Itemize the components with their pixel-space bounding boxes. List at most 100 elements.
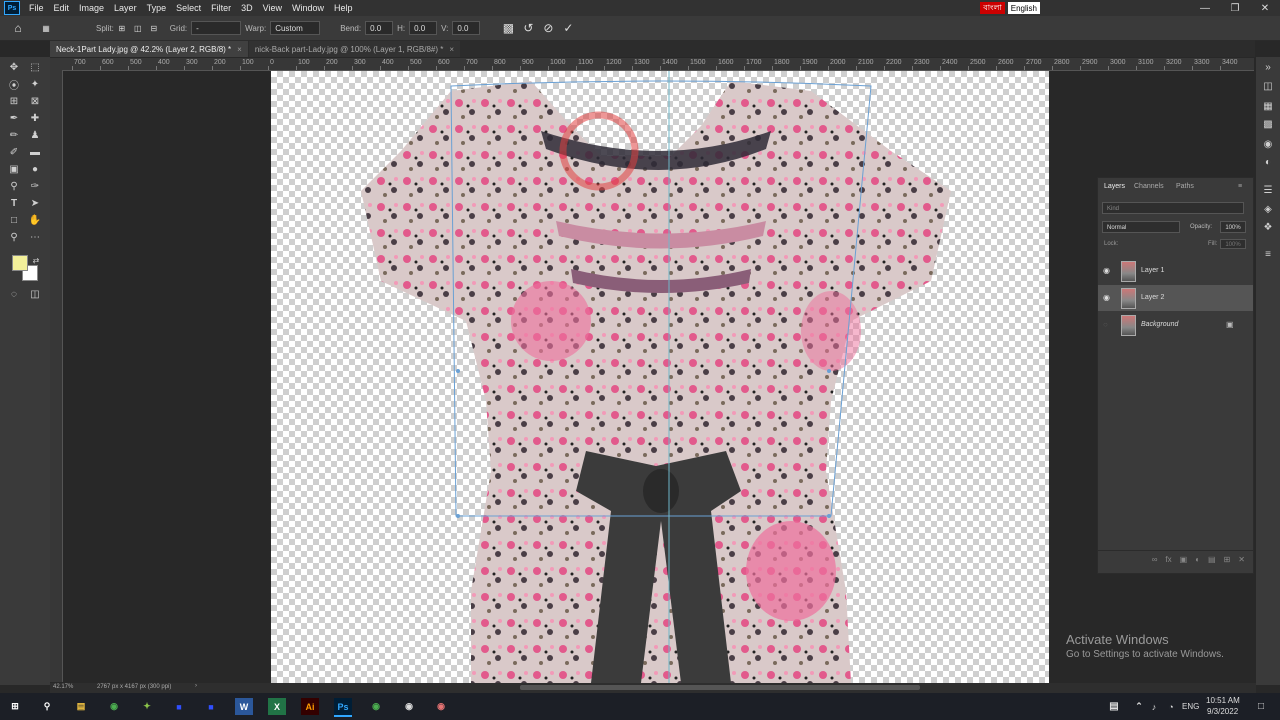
swap-colors-icon[interactable]: ⇄ — [28, 253, 44, 267]
gradient-tool-icon[interactable]: ▣ — [6, 162, 22, 176]
app-icon-5[interactable]: ◉ — [432, 698, 450, 715]
delete-layer-icon[interactable]: ✕ — [1238, 555, 1245, 564]
chrome-icon-2[interactable]: ◉ — [367, 698, 385, 715]
zoom-tool-icon[interactable]: ⚲ — [6, 230, 22, 244]
healing-brush-tool-icon[interactable]: ✚ — [27, 111, 43, 125]
eyedropper-tool-icon[interactable]: ✒ — [6, 111, 22, 125]
menu-file[interactable]: File — [24, 3, 49, 13]
pen-tool-icon[interactable]: ✑ — [27, 179, 43, 193]
file-explorer-icon[interactable]: ▤ — [72, 698, 90, 715]
cancel-icon[interactable]: ⊘ — [538, 21, 558, 35]
split-vertical-icon[interactable]: ◫ — [130, 24, 146, 33]
app-icon[interactable]: ✦ — [138, 698, 156, 715]
more-tools-icon[interactable]: ⋯ — [27, 230, 43, 244]
lasso-tool-icon[interactable]: ⦿ — [6, 77, 22, 92]
menu-view[interactable]: View — [258, 3, 287, 13]
rectangle-tool-icon[interactable]: □ — [6, 213, 22, 227]
language-indicator[interactable]: ENG — [1182, 702, 1199, 711]
layer-style-icon[interactable]: fx — [1165, 555, 1171, 564]
layer-filter-input[interactable]: Kind — [1102, 202, 1244, 214]
chrome-icon[interactable]: ◉ — [105, 698, 123, 715]
illustrator-icon[interactable]: Ai — [301, 698, 319, 715]
ime-english[interactable]: English — [1007, 2, 1040, 14]
clock-date[interactable]: 9/3/2022 — [1207, 707, 1238, 716]
split-cross-icon[interactable]: ⊞ — [114, 24, 130, 33]
menu-image[interactable]: Image — [74, 3, 109, 13]
properties-icon[interactable]: ≡ — [1260, 247, 1276, 261]
hand-tool-icon[interactable]: ✋ — [27, 213, 43, 227]
ruler-origin[interactable] — [50, 58, 62, 70]
marquee-tool-icon[interactable]: ⬚ — [27, 60, 43, 74]
commit-icon[interactable]: ✓ — [558, 21, 578, 35]
add-mask-icon[interactable]: ▣ — [1180, 555, 1188, 564]
menu-layer[interactable]: Layer — [109, 3, 142, 13]
word-icon[interactable]: W — [235, 698, 253, 715]
app-icon-4[interactable]: ◉ — [400, 698, 418, 715]
clock-time[interactable]: 10:51 AM — [1206, 696, 1240, 705]
photoshop-taskbar-icon[interactable]: Ps — [334, 698, 352, 717]
type-tool-icon[interactable]: T — [6, 196, 22, 210]
tab-channels[interactable]: Channels — [1134, 183, 1164, 190]
tab-layers[interactable]: Layers — [1104, 183, 1125, 190]
path-selection-tool-icon[interactable]: ➤ — [27, 196, 43, 210]
new-layer-icon[interactable]: ⊞ — [1224, 555, 1231, 564]
move-tool-icon[interactable]: ✥ — [6, 60, 22, 74]
color-icon[interactable]: ◉ — [1260, 137, 1276, 151]
history-brush-tool-icon[interactable]: ✐ — [6, 145, 22, 159]
quick-mask-icon[interactable]: ◌ — [6, 287, 22, 301]
zoom-level[interactable]: 42.17% — [53, 684, 73, 690]
status-arrow-icon[interactable]: › — [195, 683, 197, 689]
layers-icon[interactable]: ☰ — [1260, 183, 1276, 197]
crop-tool-icon[interactable]: ⊞ — [6, 94, 22, 108]
menu-type[interactable]: Type — [142, 3, 172, 13]
tab-close-icon[interactable]: × — [237, 45, 242, 54]
clone-stamp-tool-icon[interactable]: ♟ — [27, 128, 43, 142]
new-group-icon[interactable]: ▤ — [1208, 555, 1216, 564]
blend-mode-select[interactable]: Normal — [1102, 221, 1180, 233]
windows-start-icon[interactable]: ⊞ — [6, 698, 24, 715]
menu-select[interactable]: Select — [171, 3, 206, 13]
link-layers-icon[interactable]: ∞ — [1152, 555, 1158, 564]
volume-icon[interactable]: ♪ — [1145, 698, 1163, 715]
warp-select[interactable]: Custom — [270, 21, 321, 35]
foreground-color-swatch[interactable] — [12, 255, 28, 271]
adjustment-layer-icon[interactable]: ◐ — [1195, 555, 1200, 564]
layer-row-background[interactable]: ○ Background ▣ — [1098, 312, 1253, 338]
reset-icon[interactable]: ↺ — [518, 21, 538, 35]
menu-3d[interactable]: 3D — [236, 3, 258, 13]
menu-edit[interactable]: Edit — [49, 3, 75, 13]
horizontal-scrollbar[interactable] — [520, 685, 920, 690]
visibility-eye-icon[interactable]: ◉ — [1103, 266, 1110, 275]
v-input[interactable]: 0.0 — [452, 21, 481, 35]
home-icon[interactable]: ⌂ — [0, 21, 36, 35]
menu-window[interactable]: Window — [287, 3, 329, 13]
visibility-off-icon[interactable]: ○ — [1103, 320, 1108, 329]
swatches-icon[interactable]: ▦ — [1260, 99, 1276, 113]
excel-icon[interactable]: X — [268, 698, 286, 715]
app-icon-3[interactable]: ■ — [202, 698, 220, 715]
bend-input[interactable]: 0.0 — [365, 21, 394, 35]
paths-icon[interactable]: ❖ — [1260, 220, 1276, 234]
layer-row-layer-1[interactable]: ◉ Layer 1 — [1098, 258, 1253, 284]
fill-input[interactable]: 100% — [1220, 239, 1246, 249]
menu-filter[interactable]: Filter — [206, 3, 236, 13]
network-icon[interactable]: ◔ — [1162, 698, 1180, 715]
dodge-tool-icon[interactable]: ⚲ — [6, 179, 22, 193]
tab-paths[interactable]: Paths — [1176, 183, 1194, 190]
tablet-mode-icon[interactable]: ▤ — [1105, 698, 1123, 715]
close-icon[interactable]: ✕ — [1250, 3, 1280, 14]
h-input[interactable]: 0.0 — [409, 21, 438, 35]
blur-tool-icon[interactable]: ● — [27, 162, 43, 176]
transform-tool-icon[interactable]: ▦ — [36, 24, 56, 33]
tab-neck-part[interactable]: Neck-1Part Lady.jpg @ 42.2% (Layer 2, RG… — [50, 41, 248, 57]
menu-help[interactable]: Help — [329, 3, 358, 13]
app-icon-2[interactable]: ■ — [170, 698, 188, 715]
eraser-tool-icon[interactable]: ▬ — [27, 145, 43, 159]
tab-close-icon[interactable]: × — [449, 45, 454, 54]
minimize-icon[interactable]: — — [1190, 3, 1220, 14]
collapse-panels-icon[interactable]: » — [1260, 60, 1276, 74]
frame-tool-icon[interactable]: ⊠ — [27, 94, 43, 108]
search-icon[interactable]: ⚲ — [38, 698, 56, 715]
quick-select-tool-icon[interactable]: ✦ — [27, 77, 43, 91]
brush-tool-icon[interactable]: ✏ — [6, 128, 22, 142]
